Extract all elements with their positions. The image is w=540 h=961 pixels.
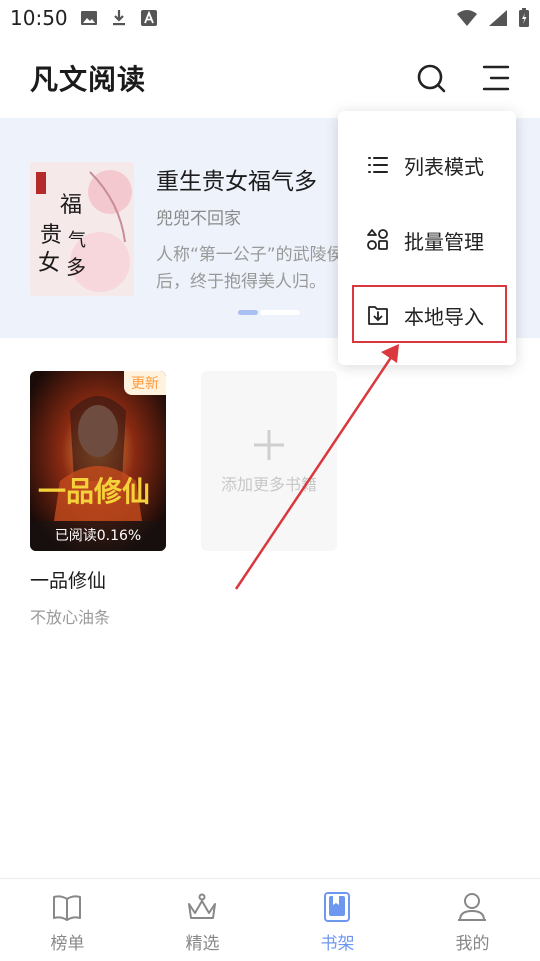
grid-icon (367, 229, 388, 250)
nav-label: 书架 (320, 934, 355, 954)
featured-book-author: 兜兜不回家 (156, 209, 241, 229)
svg-text:一品修仙: 一品修仙 (38, 475, 150, 508)
update-badge: 更新 (124, 371, 166, 395)
list-icon (368, 157, 388, 173)
status-time: 10:50 (10, 6, 68, 30)
wifi-icon (457, 10, 477, 26)
nav-item-bookshelf[interactable]: 书架 (270, 879, 405, 961)
crown-icon (188, 893, 216, 919)
svg-text:女: 女 (38, 251, 60, 276)
status-bar: 10:50 (0, 0, 540, 38)
bookshelf-icon (324, 892, 350, 922)
nav-label: 榜单 (50, 934, 85, 954)
carousel-indicator (238, 310, 300, 315)
book-open-icon (53, 895, 81, 921)
featured-book-description: 人称“第一公子”的武陵侯 后，终于抱得美人归。 (156, 242, 356, 296)
featured-book-title: 重生贵女福气多 (156, 169, 317, 195)
font-icon (141, 10, 157, 26)
description-line-1: 人称“第一公子”的武陵侯 (156, 245, 344, 265)
nav-item-featured[interactable]: 精选 (135, 879, 270, 961)
nav-item-mine[interactable]: 我的 (405, 879, 540, 961)
svg-text:气: 气 (68, 230, 86, 251)
book-title[interactable]: 一品修仙 (30, 566, 106, 593)
svg-text:福: 福 (60, 193, 82, 218)
bottom-nav: 榜单 精选 书架 我的 (0, 878, 540, 961)
download-icon (113, 10, 125, 26)
highlight-box (352, 285, 507, 343)
nav-label: 我的 (455, 934, 490, 954)
book-cover[interactable]: 一品修仙 更新 已阅读0.16% (30, 371, 166, 551)
svg-text:贵: 贵 (40, 223, 62, 248)
nav-label: 精选 (185, 934, 220, 954)
plus-icon (254, 430, 284, 460)
menu-icon[interactable] (478, 60, 514, 96)
featured-book-cover[interactable]: 福 贵 气 女 多 (30, 162, 134, 296)
carousel-dot (260, 310, 300, 315)
add-more-label: 添加更多书籍 (220, 475, 317, 494)
menu-item-batch-manage[interactable]: 批量管理 (338, 210, 516, 270)
menu-item-label: 批量管理 (404, 230, 484, 254)
add-more-books-button[interactable]: 添加更多书籍 (201, 371, 337, 551)
reading-progress: 已阅读0.16% (30, 521, 166, 551)
image-icon (81, 11, 97, 25)
user-icon (458, 893, 486, 921)
battery-icon (519, 8, 529, 27)
nav-item-ranking[interactable]: 榜单 (0, 879, 135, 961)
carousel-dot-active (238, 310, 258, 315)
app-title: 凡文阅读 (30, 63, 147, 96)
menu-item-label: 列表模式 (404, 155, 484, 179)
description-line-2: 后，终于抱得美人归。 (156, 272, 326, 292)
app-bar: 凡文阅读 (0, 38, 540, 118)
menu-item-list-mode[interactable]: 列表模式 (338, 135, 516, 195)
book-author: 不放心油条 (30, 608, 111, 627)
svg-text:多: 多 (66, 255, 86, 279)
signal-icon (489, 10, 507, 26)
search-icon[interactable] (414, 60, 450, 96)
